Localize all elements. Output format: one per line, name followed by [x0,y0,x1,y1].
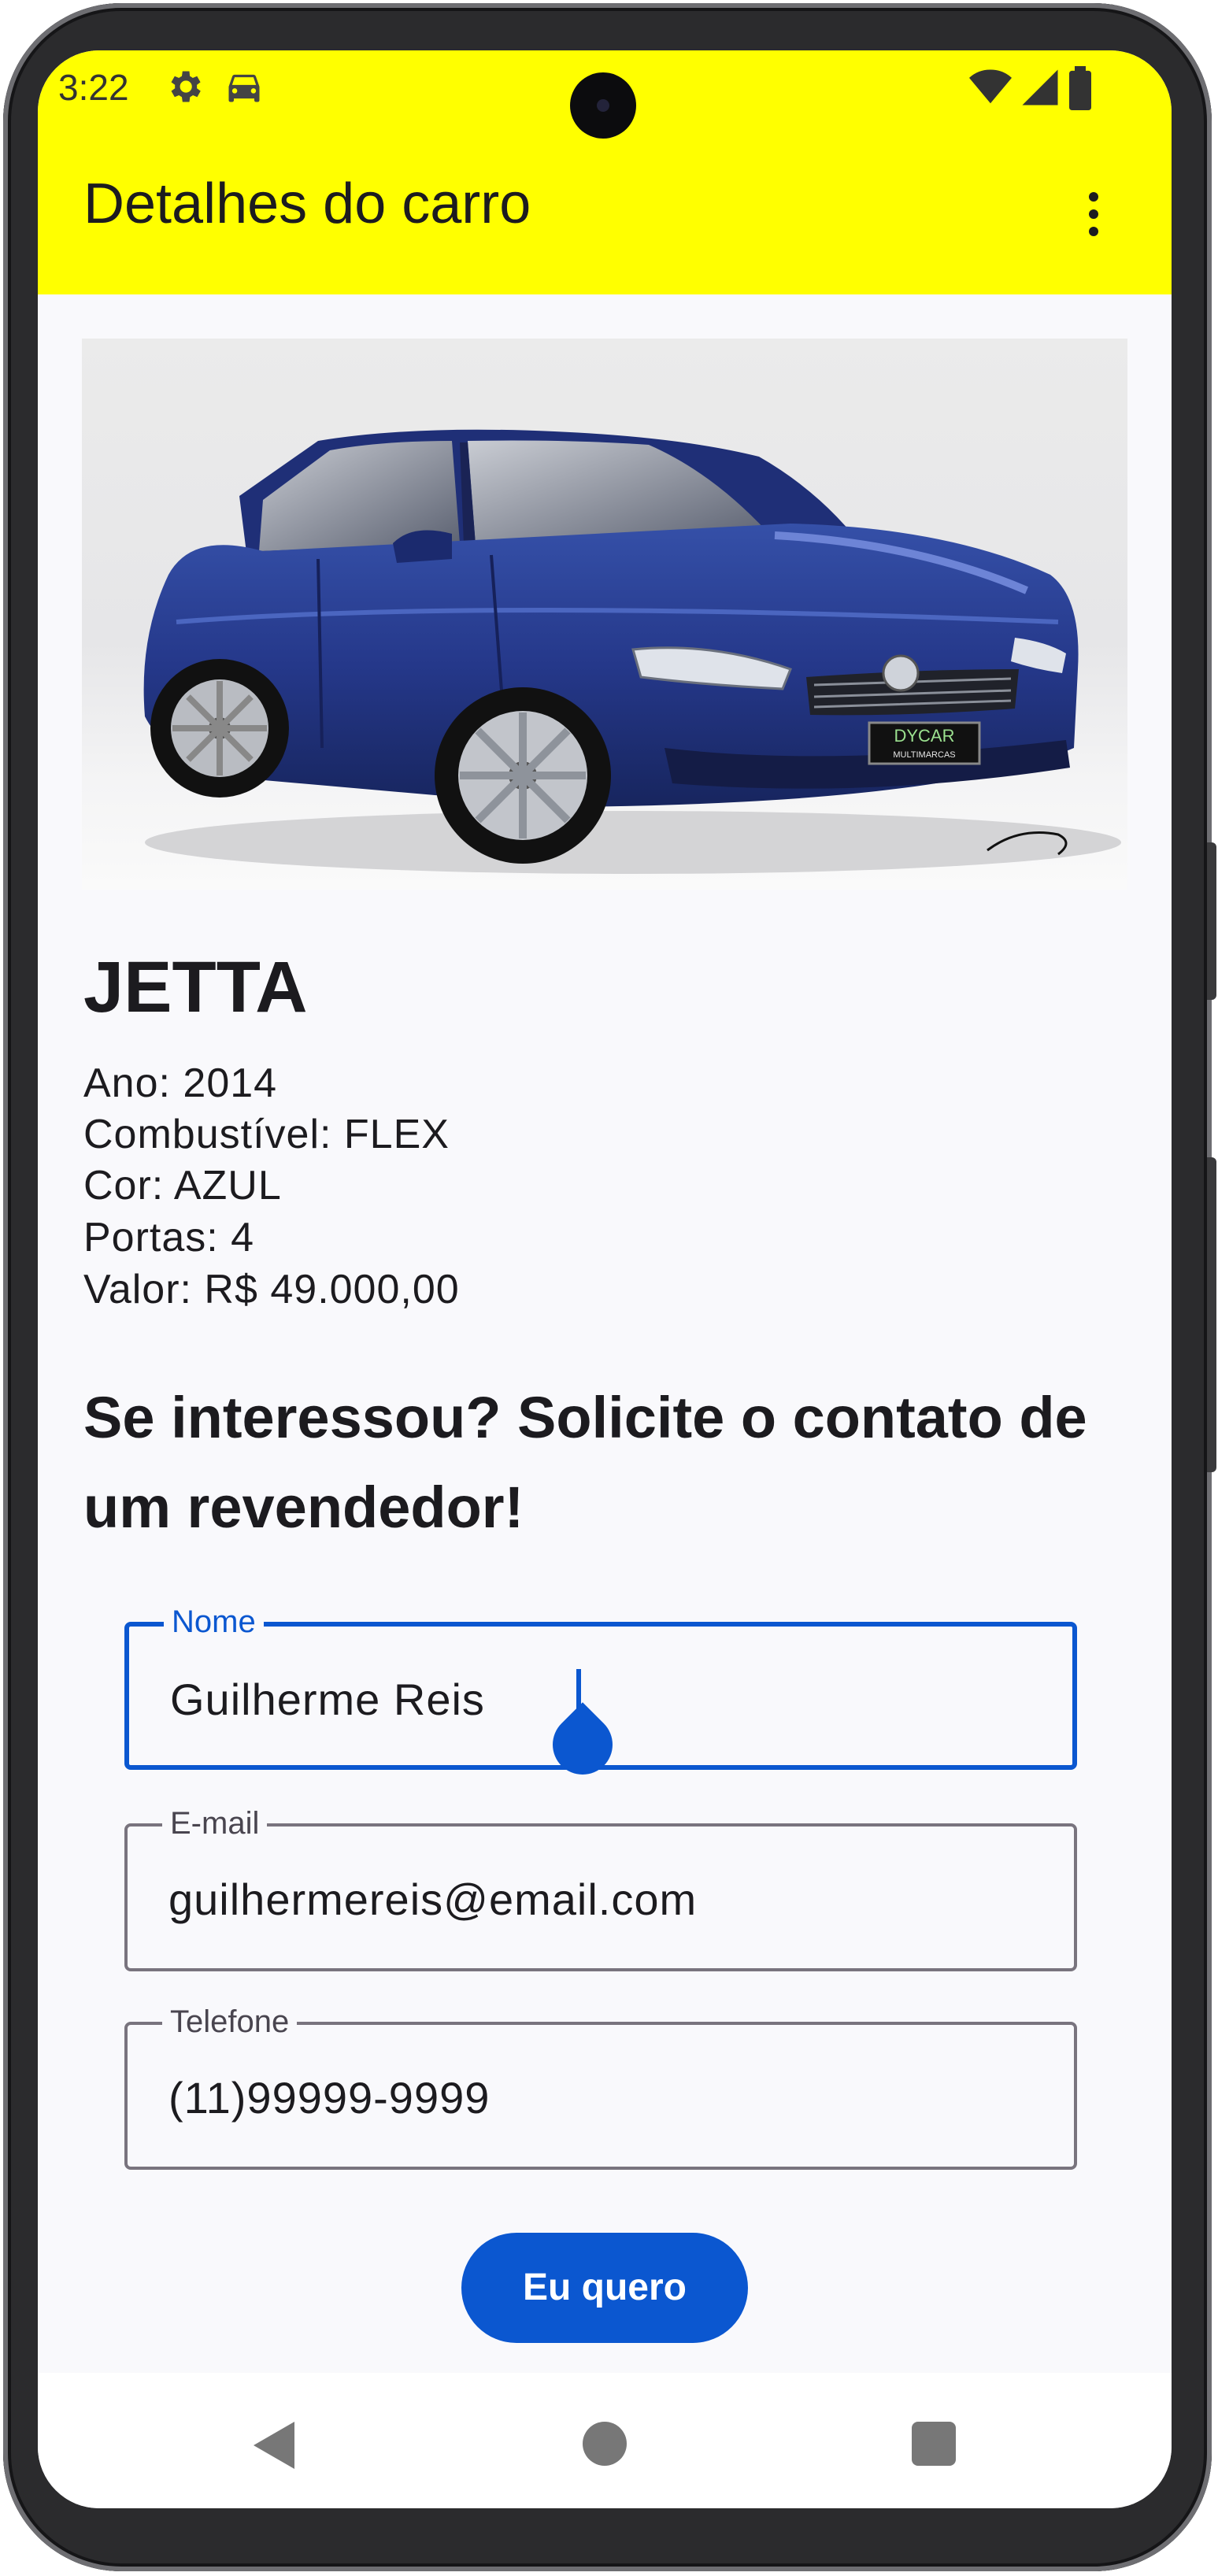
app-bar: 3:22 Detalhes do carro [38,50,1172,294]
email-field-value: guilhermereis@email.com [168,1875,698,1924]
more-vert-icon [1089,192,1098,202]
wifi-icon [969,69,1012,104]
home-icon[interactable] [583,2422,627,2466]
name-field-value: Guilherme Reis [170,1675,485,1724]
car-illustration: DYCAR MULTIMARCAS [143,429,1121,874]
spec-doors: Portas: 4 [83,1215,255,1260]
name-field[interactable]: Nome Guilherme Reis [124,1604,1077,1787]
page-title: Detalhes do carro [83,172,531,235]
phone-field[interactable]: Telefone (11)99999-9999 [124,2004,1077,2170]
power-button [1207,842,1216,1000]
recents-icon[interactable] [912,2422,956,2466]
cursor-handle[interactable] [540,1702,625,1787]
name-field-label: Nome [164,1604,264,1640]
volume-button [1207,1157,1216,1472]
email-field-label: E-mail [162,1806,268,1841]
email-field[interactable]: E-mail guilhermereis@email.com [124,1806,1077,1971]
battery-icon [1069,66,1091,110]
front-camera [570,72,636,139]
back-icon[interactable] [254,2422,294,2469]
status-time: 3:22 [58,67,129,108]
spec-fuel: Combustível: FLEX [83,1112,450,1157]
more-options-button[interactable] [1069,175,1116,254]
signal-icon [1022,69,1058,105]
screen: 3:22 Detalhes do carro DYCAR MULTIMARCAS… [38,50,1172,2508]
plate-sub: MULTIMARCAS [893,750,955,760]
phone-field-value: (11)99999-9999 [168,2073,491,2123]
navigation-bar [38,2373,1172,2508]
spec-color: Cor: AZUL [83,1163,282,1208]
contact-heading: Se interessou? Solicite o contato de um … [83,1385,1087,1540]
car-name: JETTA [83,947,308,1027]
car-image: DYCAR MULTIMARCAS [82,339,1127,890]
plate-brand: DYCAR [894,726,954,746]
car-icon [228,74,260,102]
spec-price: Valor: R$ 49.000,00 [83,1267,460,1312]
gear-icon [171,71,201,102]
spec-year: Ano: 2014 [83,1060,278,1106]
submit-button[interactable]: Eu quero [461,2233,748,2343]
phone-field-label: Telefone [162,2004,298,2040]
